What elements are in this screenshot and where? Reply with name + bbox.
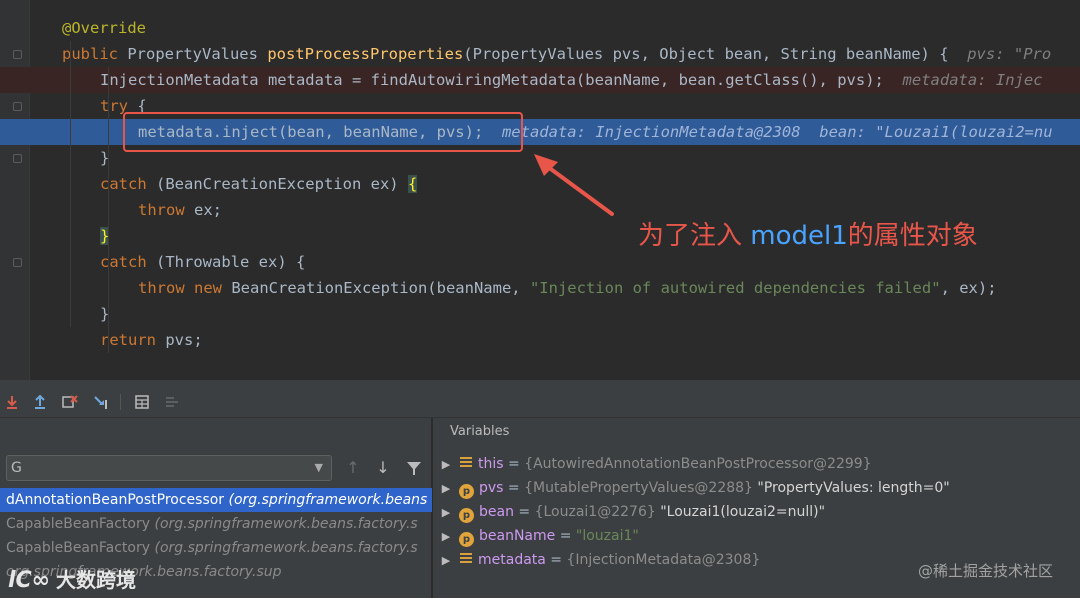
run-to-cursor-icon[interactable] [92, 392, 112, 412]
trace-icon[interactable] [162, 392, 182, 412]
code-token: (Throwable ex) { [156, 253, 306, 271]
variable-value: "PropertyValues: length=0" [757, 480, 950, 496]
code-line[interactable]: throw new BeanCreationException(beanName… [0, 275, 1080, 301]
watermark-juejin: @稀土掘金技术社区 [918, 562, 1054, 580]
variables-title: Variables [450, 424, 510, 439]
chevron-down-icon: ▼ [314, 461, 323, 474]
annotation-text-before: 为了注入 [638, 221, 751, 251]
code-token: throw new [138, 279, 232, 297]
code-line[interactable]: } [0, 301, 1080, 327]
thread-selector[interactable]: G ▼ [6, 455, 332, 481]
expand-arrow-icon[interactable]: ▶ [436, 477, 456, 501]
code-editor[interactable]: @Override public PropertyValues postProce… [0, 0, 1080, 380]
variable-name: beanName [479, 528, 556, 544]
variable-object-ref: {Louzai1@2276} [534, 504, 656, 520]
evaluate-expression-icon[interactable] [132, 392, 152, 412]
code-token: BeanCreationException(beanName, [231, 279, 530, 297]
code-token: postProcessProperties [267, 45, 464, 63]
expand-arrow-icon[interactable]: ▶ [436, 453, 456, 477]
frame-method: CapableBeanFactory [6, 540, 155, 556]
code-line[interactable]: @Override [0, 15, 1080, 41]
watermark-brand: lC∞ 大数跨境 [8, 564, 136, 593]
indent-guide [70, 41, 71, 327]
variable-row[interactable]: ▶ this = {AutowiredAnnotationBeanPostProc… [436, 452, 1076, 476]
parameter-icon: p [459, 484, 474, 499]
code-token: pvs: "Pro [967, 45, 1052, 63]
frame-row[interactable]: CapableBeanFactory (org.springframework.… [0, 536, 432, 560]
code-token: public [62, 45, 128, 63]
code-token: ex; [194, 201, 222, 219]
variable-object-ref: {InjectionMetadata@2308} [566, 552, 761, 568]
thread-selector-value: G [11, 460, 22, 476]
annotation-text-highlight: model1 [750, 221, 848, 251]
toolbar-divider [120, 394, 121, 410]
variable-value: "Louzai1(louzai2=null)" [660, 504, 826, 520]
expand-arrow-icon[interactable]: ▶ [436, 501, 456, 525]
code-token: @Override [62, 19, 146, 37]
frame-method: CapableBeanFactory [6, 516, 155, 532]
variable-name: metadata [478, 552, 546, 568]
code-line[interactable]: return pvs; [0, 327, 1080, 353]
frame-package: (org.springframework.beans.factory.s [154, 516, 418, 532]
annotation-text-after: 的属性对象 [847, 221, 978, 251]
code-token: PropertyValues [127, 45, 268, 63]
brand-text: 大数跨境 [56, 568, 137, 592]
code-token: , ex); [940, 279, 997, 297]
code-token: (BeanCreationException ex) [156, 175, 408, 193]
code-token: metadata: InjectionMetadata@2308 bean: "… [501, 123, 1053, 141]
code-token: return [100, 331, 166, 349]
code-token: throw [138, 201, 194, 219]
expand-arrow-icon[interactable]: ▶ [436, 549, 456, 573]
frame-row[interactable]: CapableBeanFactory (org.springframework.… [0, 512, 432, 536]
variable-object-ref: {MutablePropertyValues@2288} [524, 480, 753, 496]
variable-name: bean [479, 504, 514, 520]
indent-guide [108, 67, 109, 353]
parameter-icon: p [459, 508, 474, 523]
step-out-icon[interactable] [30, 392, 50, 412]
variable-row[interactable]: ▶ p beanName = "louzai1" [436, 524, 1076, 548]
code-token: { [407, 175, 418, 193]
annotation-text: 为了注入 model1的属性对象 [638, 215, 978, 252]
variable-name: this [478, 456, 504, 472]
brand-logo: lC∞ [8, 568, 51, 593]
frame-package: (org.springframework.beans.factory.s [154, 540, 418, 556]
arrow-down-icon[interactable]: ↓ [373, 458, 393, 478]
equals-sign: = [503, 480, 525, 496]
filter-icon[interactable] [404, 458, 424, 478]
field-list-icon [460, 553, 472, 565]
code-line[interactable]: public PropertyValues postProcessPropert… [0, 41, 1080, 67]
code-line[interactable]: InjectionMetadata metadata = findAutowir… [0, 67, 1080, 93]
equals-sign: = [545, 552, 567, 568]
debug-toolbar [0, 386, 1080, 418]
variable-value: "louzai1" [575, 528, 639, 544]
highlight-box [123, 112, 523, 152]
field-list-icon [460, 457, 472, 469]
variable-row[interactable]: ▶ p bean = {Louzai1@2276} "Louzai1(louzai2… [436, 500, 1076, 524]
frame-method: dAnnotationBeanPostProcessor [6, 492, 229, 508]
code-line[interactable]: catch (Throwable ex) { [0, 249, 1080, 275]
arrow-up-icon[interactable]: ↑ [343, 458, 363, 478]
frame-row[interactable]: dAnnotationBeanPostProcessor (org.spring… [0, 488, 432, 512]
expand-arrow-icon[interactable]: ▶ [436, 525, 456, 549]
equals-sign: = [503, 456, 525, 472]
variable-name: pvs [479, 480, 504, 496]
frame-package: (org.springframework.beans [228, 492, 428, 508]
equals-sign: = [555, 528, 576, 544]
annotation-arrow [534, 154, 614, 216]
code-token: pvs; [165, 331, 203, 349]
equals-sign: = [513, 504, 535, 520]
step-into-icon[interactable] [2, 392, 22, 412]
code-token: (PropertyValues pvs, Object bean, String… [463, 45, 968, 63]
code-token: InjectionMetadata metadata = findAutowir… [100, 71, 903, 89]
parameter-icon: p [459, 532, 474, 547]
variable-row[interactable]: ▶ p pvs = {MutablePropertyValues@2288} "Pr… [436, 476, 1076, 500]
drop-frame-icon[interactable] [60, 392, 80, 412]
code-token: metadata: Injec [902, 71, 1043, 89]
code-token: "Injection of autowired dependencies fai… [529, 279, 941, 297]
variable-object-ref: {AutowiredAnnotationBeanPostProcessor@22… [524, 456, 872, 472]
